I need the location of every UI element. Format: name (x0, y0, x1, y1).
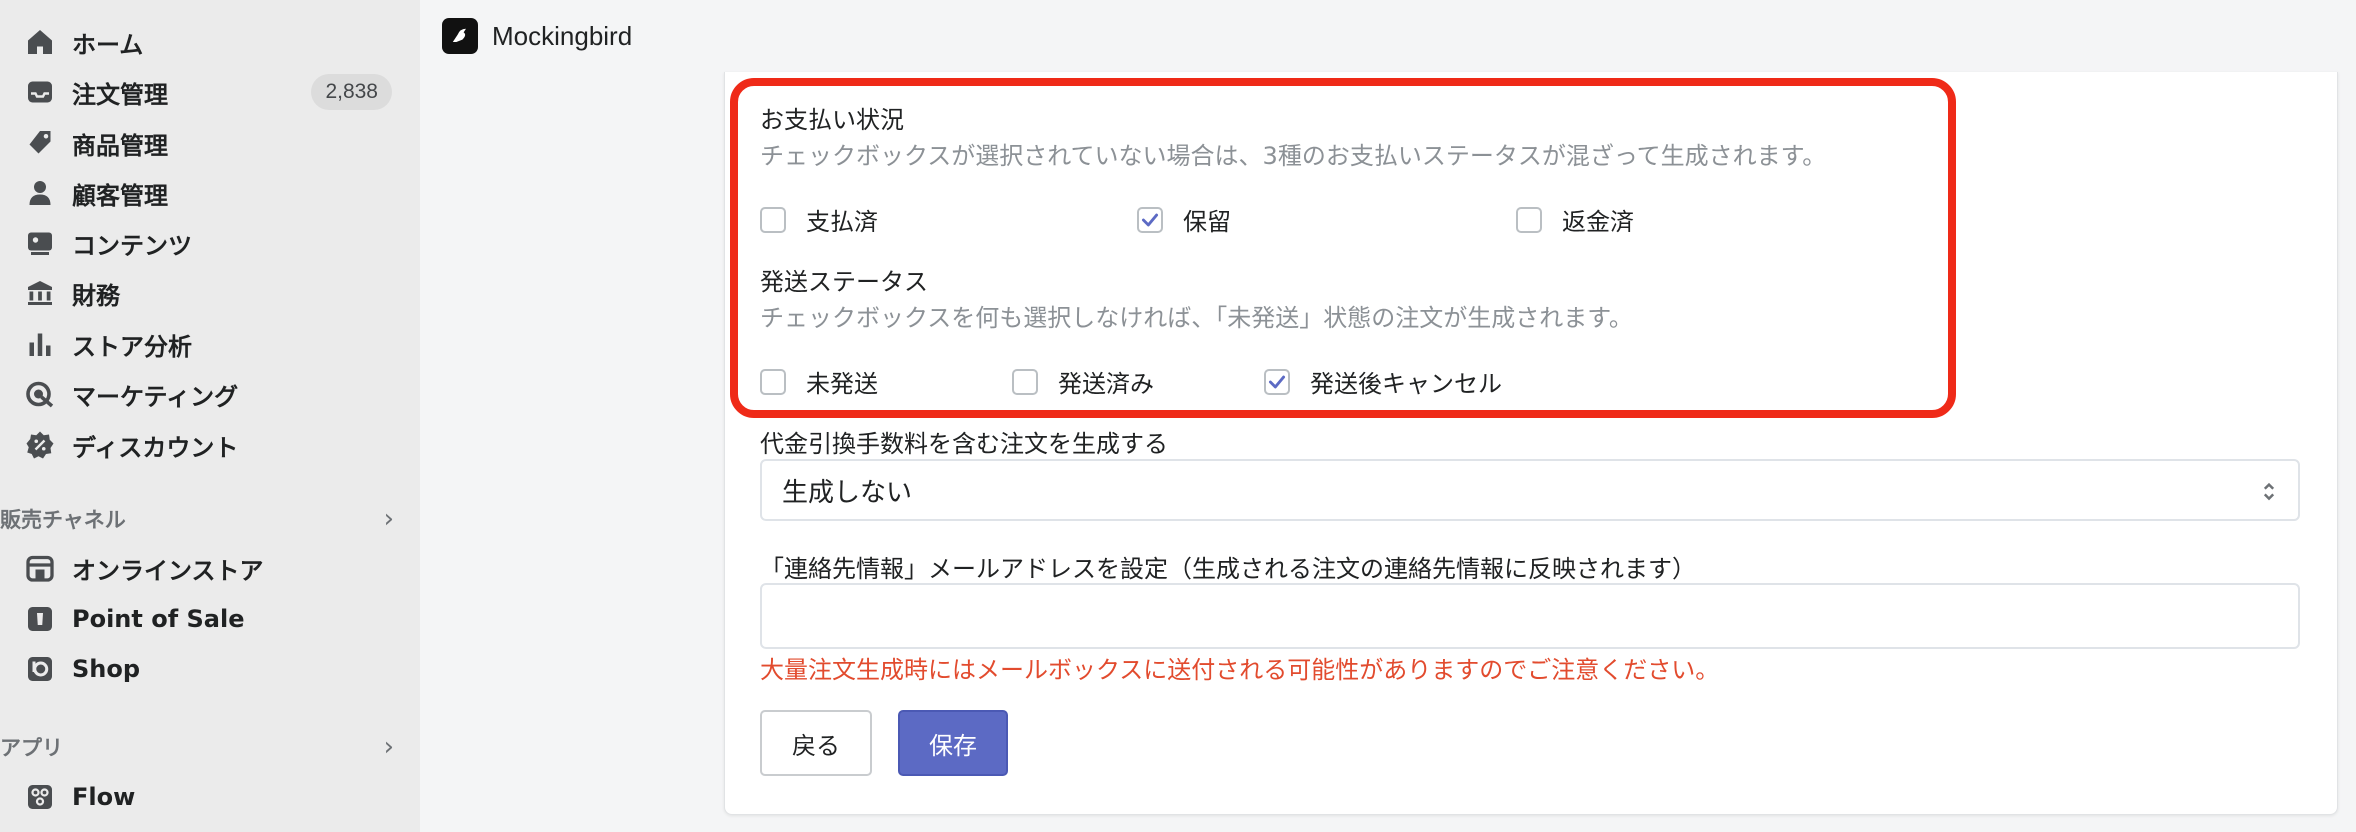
sidebar-item-label: オンラインストア (72, 556, 264, 585)
sidebar-item-finance[interactable]: 財務 (24, 273, 396, 313)
sidebar-item-label: 財務 (72, 281, 120, 310)
sidebar-item-content[interactable]: コンテンツ (24, 223, 396, 263)
sidebar-item-point-of-sale[interactable]: Point of Sale (24, 599, 396, 639)
target-icon (24, 378, 56, 410)
sidebar-item-label: ストア分析 (72, 332, 192, 361)
sidebar-item-orders[interactable]: 注文管理 2,838 (24, 72, 396, 112)
contact-email-label: 「連絡先情報」メールアドレスを設定（生成される注文の連絡先情報に反映されます） (760, 555, 1696, 583)
save-button[interactable]: 保存 (898, 710, 1008, 776)
sidebar-item-marketing[interactable]: マーケティング (24, 374, 396, 414)
cod-fee-selected-value: 生成しない (782, 477, 913, 508)
image-icon (24, 227, 56, 259)
cod-fee-label: 代金引換手数料を含む注文を生成する (760, 430, 1168, 458)
sidebar-item-label: Flow (72, 783, 136, 811)
bar-chart-icon (24, 328, 56, 360)
sidebar-item-label: ディスカウント (72, 433, 239, 462)
sidebar-item-shop[interactable]: Shop (24, 649, 396, 689)
sidebar-item-label: マーケティング (72, 382, 239, 411)
red-highlight-box (730, 78, 1956, 418)
flow-icon (24, 781, 56, 813)
sidebar-item-label: 顧客管理 (72, 181, 168, 210)
shop-icon (24, 653, 56, 685)
sidebar-item-label: 注文管理 (72, 80, 168, 109)
sidebar-item-label: Point of Sale (72, 605, 245, 633)
sidebar-item-label: 商品管理 (72, 131, 168, 160)
sidebar-item-online-store[interactable]: オンラインストア (24, 548, 396, 588)
contact-email-input[interactable] (760, 583, 2300, 649)
pos-icon (24, 603, 56, 635)
tag-icon (24, 127, 56, 159)
inbox-icon (24, 76, 56, 108)
sales-channels-header[interactable]: 販売チャネル › (0, 502, 400, 536)
chevron-right-icon: › (383, 732, 394, 762)
sidebar-item-label: コンテンツ (72, 231, 192, 260)
apps-header[interactable]: アプリ › (0, 730, 400, 764)
app-name: Mockingbird (492, 20, 633, 51)
sidebar-item-discounts[interactable]: ディスカウント (24, 425, 396, 465)
order-count-badge: 2,838 (311, 74, 392, 110)
sales-channels-title: 販売チャネル (0, 508, 126, 532)
sidebar: ホーム 注文管理 2,838 商品管理 顧客管理 コンテンツ 財務 ストア分析 … (0, 0, 420, 832)
sidebar-item-analytics[interactable]: ストア分析 (24, 324, 396, 364)
sidebar-item-products[interactable]: 商品管理 (24, 123, 396, 163)
sidebar-item-flow[interactable]: Flow (24, 777, 396, 817)
select-arrows-icon (2263, 482, 2275, 501)
sidebar-item-label: ホーム (72, 30, 144, 59)
person-icon (24, 177, 56, 209)
sidebar-item-label: Shop (72, 655, 141, 683)
bank-icon (24, 277, 56, 309)
discount-icon (24, 429, 56, 461)
apps-title: アプリ (0, 736, 63, 760)
chevron-right-icon: › (383, 504, 394, 534)
mockingbird-logo-icon (442, 18, 478, 54)
sidebar-item-customers[interactable]: 顧客管理 (24, 173, 396, 213)
home-icon (24, 26, 56, 58)
email-warning-text: 大量注文生成時にはメールボックスに送付される可能性がありますのでご注意ください。 (760, 656, 1720, 684)
store-icon (24, 552, 56, 584)
top-bar: Mockingbird (420, 0, 2356, 72)
cod-fee-select[interactable]: 生成しない (760, 459, 2300, 521)
back-button[interactable]: 戻る (760, 710, 872, 776)
sidebar-item-home[interactable]: ホーム (24, 22, 396, 62)
